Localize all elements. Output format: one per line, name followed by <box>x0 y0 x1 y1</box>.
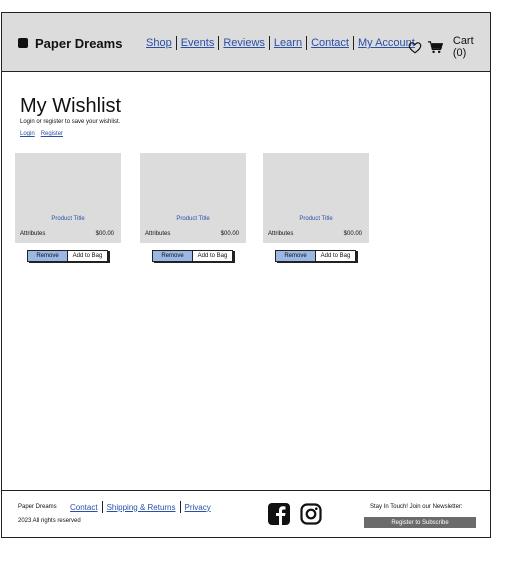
wishlist-item-actions: Remove Add to Bag <box>27 250 108 262</box>
wishlist-item[interactable]: Product Title Attributes $00.00 <box>15 153 121 243</box>
product-title[interactable]: Product Title <box>15 216 121 222</box>
facebook-icon[interactable] <box>268 503 290 525</box>
remove-button[interactable]: Remove <box>276 251 316 261</box>
wishlist-item[interactable]: Product Title Attributes $00.00 <box>140 153 246 243</box>
nav-reviews[interactable]: Reviews <box>223 37 265 49</box>
wishlist-item-actions: Remove Add to Bag <box>152 250 233 262</box>
wishlist-item[interactable]: Product Title Attributes $00.00 <box>263 153 369 243</box>
product-attributes: Attributes <box>268 231 294 237</box>
nav-contact[interactable]: Contact <box>311 37 349 49</box>
product-price: $00.00 <box>343 231 362 237</box>
newsletter-text: Stay In Touch! Join our Newsletter: <box>370 504 463 510</box>
social-links <box>268 503 322 525</box>
wishlist-item-actions: Remove Add to Bag <box>275 250 356 262</box>
footer-divider <box>179 501 181 513</box>
brand-name: Paper Dreams <box>35 35 123 51</box>
nav-divider <box>268 36 270 50</box>
brand-logo-icon <box>18 38 28 48</box>
nav-events[interactable]: Events <box>181 37 215 49</box>
nav-divider <box>352 36 354 50</box>
subscribe-button[interactable]: Register to Subscribe <box>364 517 476 528</box>
instagram-icon[interactable] <box>300 503 322 525</box>
remove-button[interactable]: Remove <box>153 251 193 261</box>
site-header: Paper Dreams Shop Events Reviews Learn C… <box>2 13 490 72</box>
main-nav: Shop Events Reviews Learn Contact My Acc… <box>146 36 415 50</box>
header-icons: Cart (0) <box>408 35 490 59</box>
nav-shop[interactable]: Shop <box>146 37 172 49</box>
product-title[interactable]: Product Title <box>140 216 246 222</box>
wishlist-login-prompt: Login or register to save your wishlist. <box>20 119 121 125</box>
nav-divider <box>306 36 308 50</box>
product-attributes: Attributes <box>145 231 171 237</box>
nav-divider <box>218 36 220 50</box>
footer-links: Contact Shipping & Returns Privacy <box>70 501 211 513</box>
brand[interactable]: Paper Dreams <box>18 35 122 51</box>
footer-contact-link[interactable]: Contact <box>70 503 98 512</box>
product-attributes: Attributes <box>20 231 46 237</box>
copyright: 2023 All rights reserved <box>18 518 81 524</box>
login-link[interactable]: Login <box>20 131 35 137</box>
nav-learn[interactable]: Learn <box>274 37 302 49</box>
page-title: My Wishlist <box>20 95 122 117</box>
heart-icon[interactable] <box>408 41 422 54</box>
remove-button[interactable]: Remove <box>28 251 68 261</box>
add-to-bag-button[interactable]: Add to Bag <box>316 251 355 261</box>
cart-label[interactable]: Cart (0) <box>453 35 490 59</box>
site-footer: Paper Dreams Contact Shipping & Returns … <box>2 490 490 537</box>
footer-privacy-link[interactable]: Privacy <box>185 503 211 512</box>
register-link[interactable]: Register <box>41 131 63 137</box>
footer-brand: Paper Dreams <box>18 504 57 510</box>
product-price: $00.00 <box>95 231 114 237</box>
product-price: $00.00 <box>220 231 239 237</box>
product-title[interactable]: Product Title <box>263 216 369 222</box>
add-to-bag-button[interactable]: Add to Bag <box>68 251 107 261</box>
nav-divider <box>175 36 177 50</box>
auth-links: Login Register <box>20 131 63 137</box>
add-to-bag-button[interactable]: Add to Bag <box>193 251 232 261</box>
footer-divider <box>101 501 103 513</box>
footer-shipping-link[interactable]: Shipping & Returns <box>107 503 176 512</box>
page-frame: Paper Dreams Shop Events Reviews Learn C… <box>1 12 491 538</box>
cart-icon[interactable] <box>427 40 443 54</box>
nav-my-account[interactable]: My Account <box>358 37 415 49</box>
